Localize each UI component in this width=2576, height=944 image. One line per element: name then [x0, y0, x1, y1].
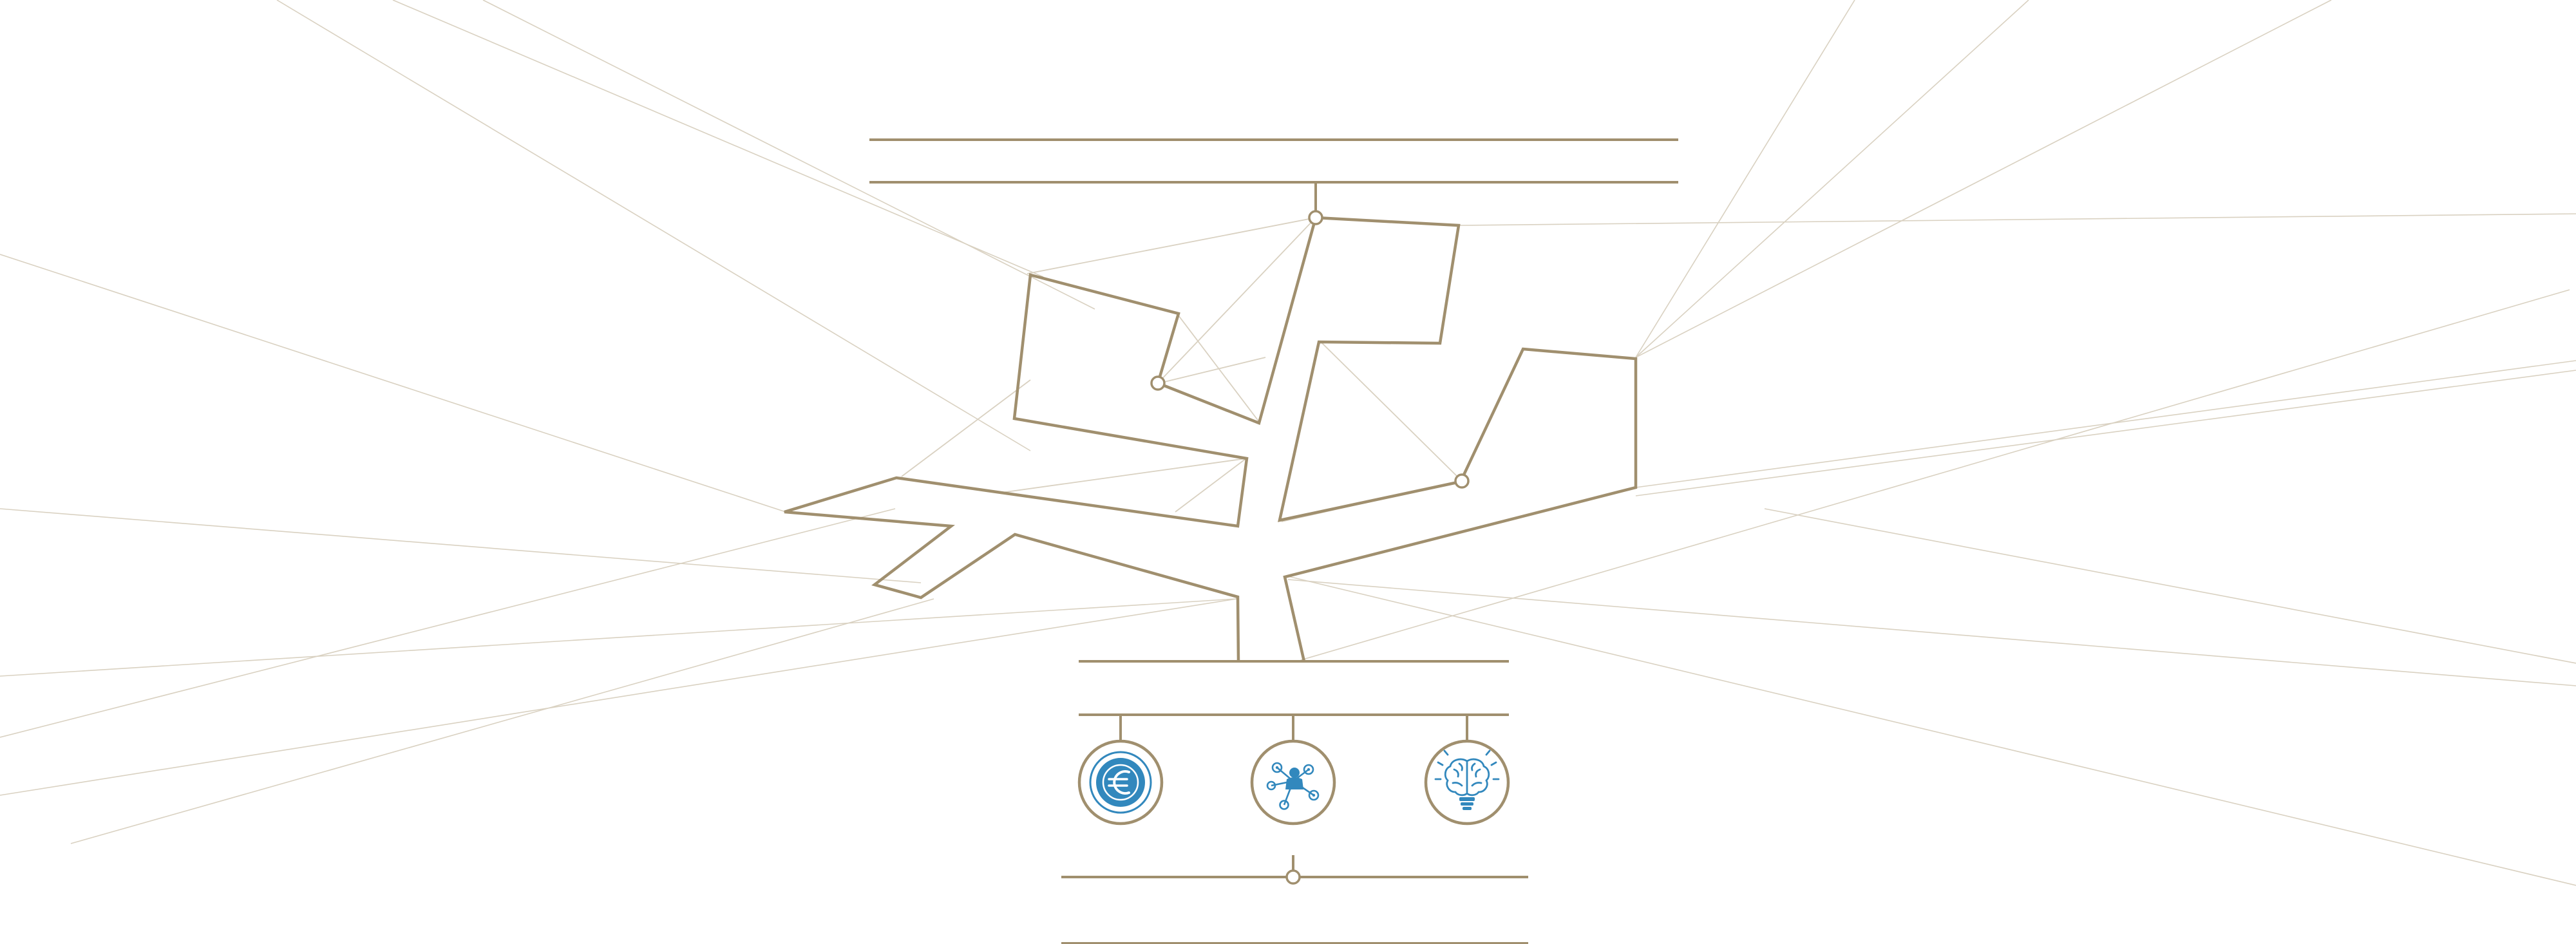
- tree-outline: [784, 216, 1638, 662]
- background-line: [1287, 576, 2576, 886]
- brain-lightbulb-icon: [1424, 739, 1510, 826]
- bottom-node: [1285, 869, 1301, 885]
- background-line: [1635, 360, 2576, 488]
- network-person-icon: [1250, 739, 1336, 826]
- background-line: [1287, 579, 2576, 686]
- background-line: [1764, 508, 2576, 664]
- inner-line: [1001, 458, 1247, 493]
- euro-icon: [1077, 739, 1164, 826]
- background-line: [1635, 0, 2332, 358]
- inner-line: [1027, 217, 1316, 274]
- background-line: [0, 508, 896, 738]
- background-line: [1635, 0, 1855, 358]
- background-line: [0, 508, 922, 583]
- left-branch-node: [1150, 375, 1166, 391]
- tree-diagram: [0, 0, 2576, 944]
- diagram-canvas: [0, 0, 2576, 944]
- inner-line: [901, 379, 1031, 477]
- background-line: [0, 598, 1237, 796]
- background-line: [276, 0, 1031, 451]
- background-line: [0, 598, 1237, 677]
- background-line: [1458, 213, 2576, 226]
- background-line: [1635, 370, 2576, 496]
- inner-line: [1320, 341, 1463, 482]
- background-line: [1300, 289, 2570, 661]
- background-line: [482, 0, 1095, 310]
- background-line: [70, 598, 934, 844]
- right-branch-node: [1454, 473, 1470, 489]
- inner-line: [1159, 357, 1266, 384]
- background-line: [0, 254, 786, 513]
- top-node: [1308, 210, 1323, 225]
- tree-inner-lines: [901, 217, 1463, 522]
- background-line: [1635, 0, 2029, 358]
